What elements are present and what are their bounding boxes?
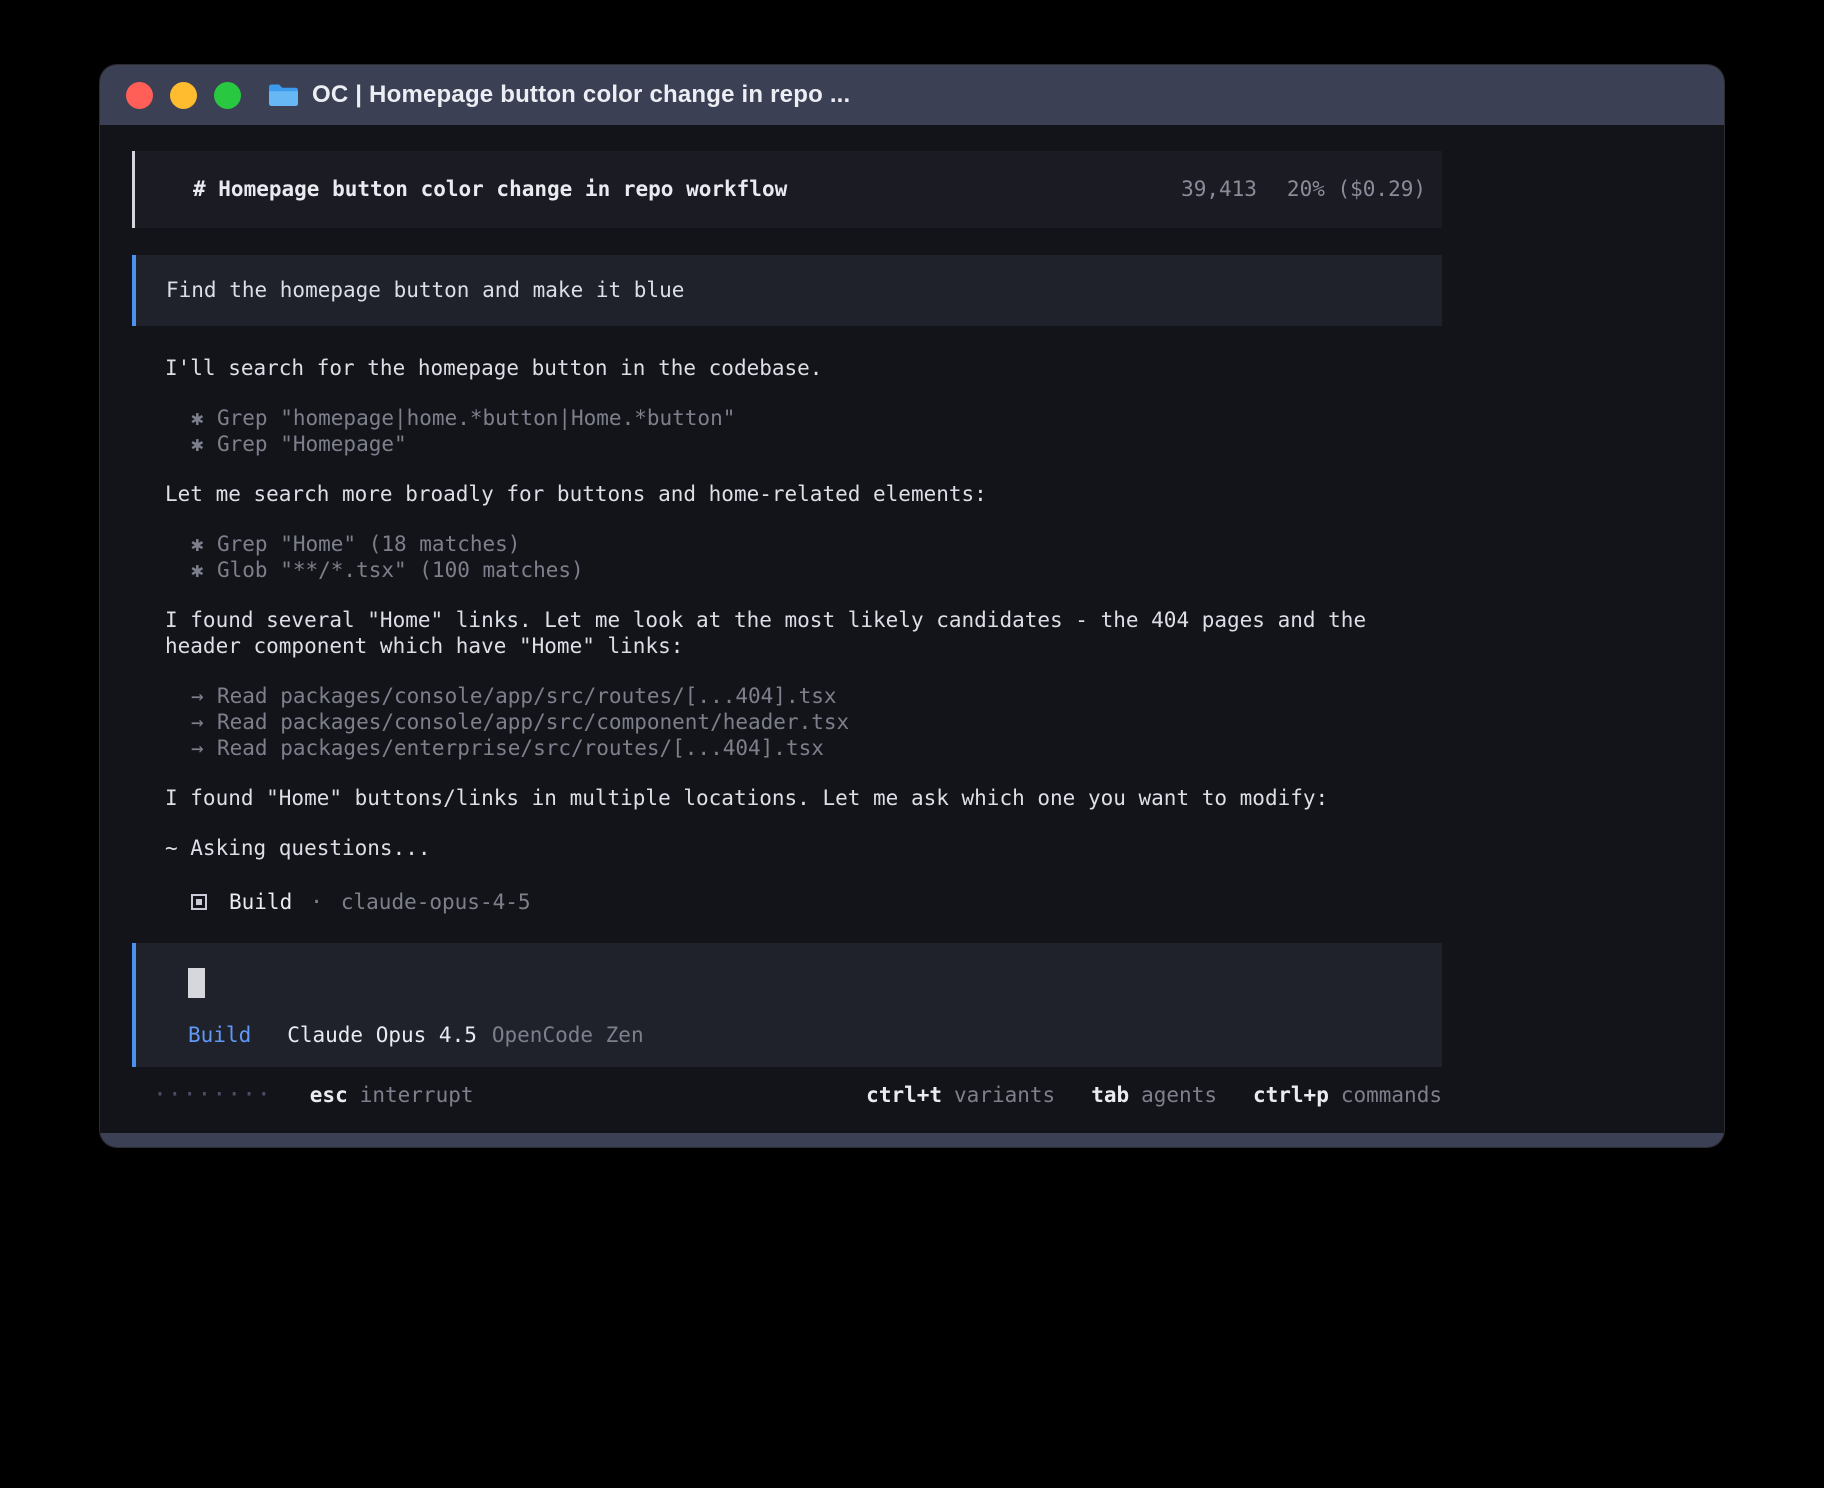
agent-model: claude-opus-4-5 bbox=[341, 889, 531, 915]
tool-call-text: Read packages/console/app/src/routes/[..… bbox=[217, 684, 837, 708]
tool-call-text: Grep "Home" (18 matches) bbox=[217, 532, 520, 556]
build-agent-icon bbox=[191, 894, 207, 910]
working-status: ~ Asking questions... bbox=[132, 835, 1442, 861]
status-bar: ········ esc interrupt ctrl+t variants tab… bbox=[132, 1082, 1442, 1109]
ctrl-t-key: ctrl+t bbox=[866, 1083, 942, 1107]
user-message-text: Find the homepage button and make it blu… bbox=[166, 278, 684, 302]
arrow-right-icon: → bbox=[191, 683, 217, 709]
tool-call-read: →Read packages/console/app/src/routes/[.… bbox=[132, 683, 1442, 709]
arrow-right-icon: → bbox=[191, 709, 217, 735]
terminal-window: OC | Homepage button color change in rep… bbox=[99, 64, 1725, 1148]
variants-label: variants bbox=[954, 1083, 1055, 1107]
input-agent-label[interactable]: Build bbox=[188, 1022, 251, 1049]
minimize-button[interactable] bbox=[170, 82, 197, 109]
terminal-content: # Homepage button color change in repo w… bbox=[100, 125, 1724, 1133]
statusbar-left: ········ esc interrupt bbox=[153, 1082, 474, 1109]
ctrl-p-key: ctrl+p bbox=[1253, 1083, 1329, 1107]
tool-call-text: Glob "**/*.tsx" (100 matches) bbox=[217, 558, 584, 582]
statusbar-right: ctrl+t variants tab agents ctrl+p commands bbox=[866, 1082, 1442, 1109]
session-title: # Homepage button color change in repo w… bbox=[193, 176, 787, 203]
window-titlebar[interactable]: OC | Homepage button color change in rep… bbox=[100, 65, 1724, 125]
esc-key: esc bbox=[310, 1083, 348, 1107]
close-button[interactable] bbox=[126, 82, 153, 109]
window-title: OC | Homepage button color change in rep… bbox=[312, 81, 850, 109]
tool-call-grep: ✱Grep "homepage|home.*button|Home.*butto… bbox=[132, 405, 1442, 431]
user-message: Find the homepage button and make it blu… bbox=[132, 255, 1442, 326]
asterisk-icon: ✱ bbox=[191, 431, 217, 457]
tool-call-text: Read packages/enterprise/src/routes/[...… bbox=[217, 736, 824, 760]
tool-call-text: Grep "Homepage" bbox=[217, 432, 407, 456]
agent-name: Build bbox=[229, 889, 292, 915]
assistant-paragraph: I'll search for the homepage button in t… bbox=[132, 355, 1442, 381]
arrow-right-icon: → bbox=[191, 735, 217, 761]
agents-label: agents bbox=[1141, 1083, 1217, 1107]
model-line: Build Claude Opus 4.5 OpenCode Zen bbox=[188, 1022, 1426, 1049]
spinner-dots: ········ bbox=[153, 1082, 272, 1109]
tool-call-read: →Read packages/console/app/src/component… bbox=[132, 709, 1442, 735]
tool-call-text: Read packages/console/app/src/component/… bbox=[217, 710, 849, 734]
input-provider-label: OpenCode Zen bbox=[492, 1022, 644, 1049]
token-count: 39,413 bbox=[1181, 176, 1257, 203]
zoom-button[interactable] bbox=[214, 82, 241, 109]
agent-separator: · bbox=[310, 889, 323, 915]
assistant-transcript: I'll search for the homepage button in t… bbox=[132, 355, 1442, 917]
input-model-label[interactable]: Claude Opus 4.5 bbox=[287, 1022, 477, 1049]
tool-call-text: Grep "homepage|home.*button|Home.*button… bbox=[217, 406, 735, 430]
agent-status-row: Build · claude-opus-4-5 bbox=[132, 887, 1442, 917]
content-column: # Homepage button color change in repo w… bbox=[132, 151, 1442, 1109]
commands-hint: ctrl+p commands bbox=[1253, 1082, 1442, 1109]
tab-key: tab bbox=[1091, 1083, 1129, 1107]
session-header: # Homepage button color change in repo w… bbox=[132, 151, 1442, 228]
tool-call-grep: ✱Grep "Home" (18 matches) bbox=[132, 531, 1442, 557]
assistant-paragraph: I found "Home" buttons/links in multiple… bbox=[132, 785, 1442, 811]
title-group: OC | Homepage button color change in rep… bbox=[267, 81, 850, 109]
traffic-lights bbox=[126, 82, 241, 109]
window-bottom-edge bbox=[100, 1133, 1724, 1147]
tool-call-grep: ✱Grep "Homepage" bbox=[132, 431, 1442, 457]
esc-hint: esc interrupt bbox=[310, 1082, 474, 1109]
assistant-paragraph: Let me search more broadly for buttons a… bbox=[132, 481, 1442, 507]
text-cursor bbox=[188, 968, 205, 998]
variants-hint: ctrl+t variants bbox=[866, 1082, 1055, 1109]
commands-label: commands bbox=[1341, 1083, 1442, 1107]
context-usage: 20% ($0.29) bbox=[1287, 176, 1426, 203]
tool-call-glob: ✱Glob "**/*.tsx" (100 matches) bbox=[132, 557, 1442, 583]
assistant-paragraph: I found several "Home" links. Let me loo… bbox=[132, 607, 1442, 659]
asterisk-icon: ✱ bbox=[191, 557, 217, 583]
asterisk-icon: ✱ bbox=[191, 531, 217, 557]
session-stats: 39,413 20% ($0.29) bbox=[1181, 176, 1426, 203]
esc-label: interrupt bbox=[360, 1083, 474, 1107]
agents-hint: tab agents bbox=[1091, 1082, 1217, 1109]
folder-icon bbox=[267, 82, 298, 108]
asterisk-icon: ✱ bbox=[191, 405, 217, 431]
tool-call-read: →Read packages/enterprise/src/routes/[..… bbox=[132, 735, 1442, 761]
prompt-input[interactable]: Build Claude Opus 4.5 OpenCode Zen bbox=[132, 943, 1442, 1067]
